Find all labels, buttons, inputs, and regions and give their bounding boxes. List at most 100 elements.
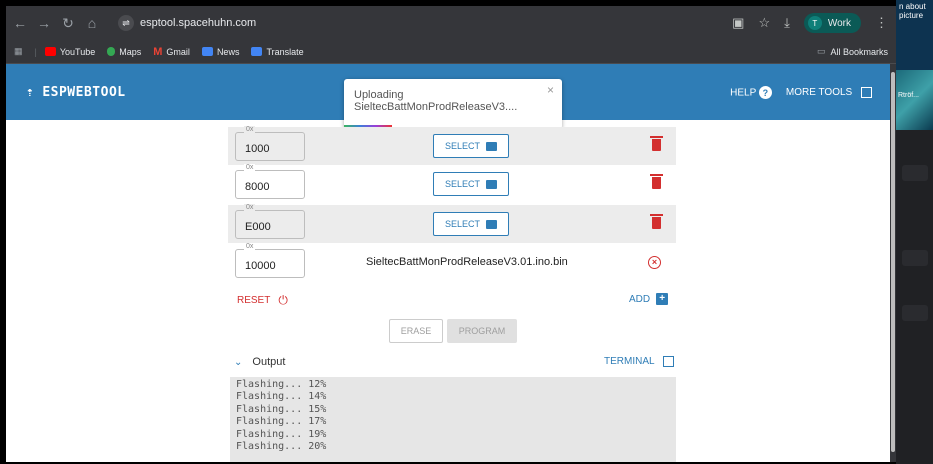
toast-line-2: SieltecBattMonProdReleaseV3.... — [354, 101, 518, 113]
select-file-button[interactable]: SELECT — [433, 134, 509, 158]
output-console[interactable]: Flashing... 12% Flashing... 14% Flashing… — [230, 377, 676, 462]
delete-icon[interactable] — [650, 174, 663, 189]
desktop-label: Rtröf... — [898, 92, 920, 99]
erase-button[interactable]: ERASE — [389, 319, 443, 343]
gmail-icon: M — [153, 45, 163, 58]
url-field[interactable]: ⇌ esptool.spacehuhn.com — [118, 13, 718, 33]
bookmark-star-icon[interactable]: ☆ — [758, 15, 770, 31]
youtube-icon — [44, 47, 56, 56]
profile-name: Work — [827, 17, 851, 29]
offset-field[interactable]: 0x 8000 — [235, 164, 305, 199]
offset-value: 10000 — [245, 260, 276, 272]
bookmark-label: News — [216, 46, 240, 57]
toolbar-right: ▣ ☆ ⤓ T Work ⋮ — [732, 13, 888, 33]
folder-upload-icon — [486, 219, 497, 229]
offset-prefix: 0x — [244, 243, 256, 250]
maps-icon — [107, 47, 116, 56]
back-icon[interactable]: ← — [10, 15, 30, 31]
bookmarks-bar: ▦ | YouTube Maps M Gmail News Translate ▭… — [6, 40, 896, 64]
bookmark-label: Gmail — [166, 46, 190, 57]
reload-icon[interactable]: ↻ — [58, 15, 78, 32]
brand[interactable]: ⇡ ESPWEBTOOL — [26, 85, 126, 100]
panel-item[interactable] — [902, 165, 928, 181]
partition-row: 0x 10000 SieltecBattMonProdReleaseV3.01.… — [228, 243, 676, 282]
help-icon: ? — [758, 86, 772, 99]
desktop-panel — [896, 130, 933, 464]
address-bar: ← → ↻ ⌂ ⇌ esptool.spacehuhn.com ▣ ☆ ⤓ T … — [6, 6, 896, 40]
more-tools-label: MORE TOOLS — [785, 87, 853, 99]
bookmark-news[interactable]: News — [201, 46, 240, 57]
program-button[interactable]: PROGRAM — [447, 319, 517, 343]
console-line: Flashing... 15% — [236, 403, 327, 415]
bookmark-maps[interactable]: Maps — [107, 47, 141, 57]
news-icon — [201, 47, 213, 56]
bookmark-label: Maps — [119, 46, 142, 57]
bookmark-translate[interactable]: Translate — [251, 46, 304, 57]
offset-prefix: 0x — [244, 204, 256, 211]
select-label: SELECT — [444, 219, 480, 229]
cast-icon[interactable]: ▣ — [732, 15, 744, 31]
offset-field[interactable]: 0x 10000 — [235, 243, 305, 278]
console-line: Flashing... 14% — [236, 391, 327, 403]
header-actions: HELP ? MORE TOOLS — [730, 86, 872, 99]
menu-icon[interactable]: ⋮ — [875, 15, 888, 31]
page-scrollbar[interactable] — [891, 72, 895, 452]
more-tools-button[interactable]: MORE TOOLS — [785, 86, 872, 99]
url-text: esptool.spacehuhn.com — [140, 17, 257, 29]
reset-label: RESET — [237, 295, 271, 306]
offset-prefix: 0x — [244, 164, 256, 171]
browser-window: ← → ↻ ⌂ ⇌ esptool.spacehuhn.com ▣ ☆ ⤓ T … — [6, 6, 896, 462]
folder-upload-icon — [486, 141, 497, 151]
download-icon[interactable]: ⤓ — [784, 15, 790, 31]
delete-icon[interactable] — [650, 136, 663, 151]
apps-icon[interactable]: ▦ — [14, 46, 23, 57]
open-external-icon — [861, 86, 872, 98]
add-button[interactable]: ADD + — [629, 293, 669, 305]
bookmark-youtube[interactable]: YouTube — [44, 47, 95, 57]
desktop-background-strip: n about picture Rtröf... — [896, 0, 933, 464]
page-content: ⇡ ESPWEBTOOL HELP ? MORE TOOLS Uploading… — [6, 64, 890, 462]
help-button[interactable]: HELP ? — [730, 86, 778, 99]
home-icon[interactable]: ⌂ — [82, 15, 102, 31]
output-toggle[interactable]: ⌄ Output — [234, 356, 285, 368]
panel-item[interactable] — [902, 305, 928, 321]
panel-item[interactable] — [902, 250, 928, 266]
profile-button[interactable]: T Work — [803, 13, 861, 33]
upload-toast: Uploading SieltecBattMonProdReleaseV3...… — [344, 79, 562, 129]
brand-title: ESPWEBTOOL — [42, 85, 126, 100]
avatar: T — [807, 16, 822, 30]
select-file-button[interactable]: SELECT — [433, 172, 509, 196]
plus-icon: + — [656, 293, 669, 305]
select-file-button[interactable]: SELECT — [433, 212, 509, 236]
terminal-button[interactable]: TERMINAL — [604, 356, 674, 367]
site-info-icon[interactable]: ⇌ — [118, 15, 134, 31]
terminal-label: TERMINAL — [604, 356, 655, 367]
bookmark-label: Translate — [266, 46, 304, 57]
all-bookmarks-button[interactable]: ▭ All Bookmarks — [817, 46, 888, 57]
toast-line-1: Uploading — [354, 89, 404, 101]
chevron-down-icon: ⌄ — [234, 356, 243, 368]
close-icon[interactable]: × — [547, 83, 554, 97]
app-header: ⇡ ESPWEBTOOL HELP ? MORE TOOLS Uploading… — [6, 64, 890, 129]
select-label: SELECT — [444, 141, 480, 151]
offset-field[interactable]: 0x 1000 — [235, 126, 305, 161]
folder-icon: ▭ — [816, 46, 826, 56]
power-icon: ⏻ — [278, 293, 288, 307]
help-label: HELP — [730, 87, 757, 99]
add-label: ADD — [629, 293, 651, 305]
desktop-text: n about picture — [899, 2, 926, 20]
translate-icon — [251, 47, 263, 56]
forward-icon[interactable]: → — [34, 15, 54, 31]
bookmark-gmail[interactable]: M Gmail — [153, 46, 190, 58]
console-line: Flashing... 12% — [236, 379, 327, 390]
upload-icon: ⇡ — [26, 85, 35, 100]
console-line: Flashing... 19% — [236, 428, 327, 440]
offset-field[interactable]: 0x E000 — [235, 204, 305, 239]
divider: | — [34, 46, 37, 57]
folder-upload-icon — [486, 179, 497, 189]
delete-icon[interactable] — [650, 214, 663, 229]
reset-button[interactable]: RESET ⏻ — [237, 293, 288, 308]
selected-file-name: SieltecBattMonProdReleaseV3.01.ino.bin — [366, 256, 568, 268]
output-title: Output — [252, 356, 286, 368]
remove-file-icon[interactable]: × — [648, 256, 661, 269]
